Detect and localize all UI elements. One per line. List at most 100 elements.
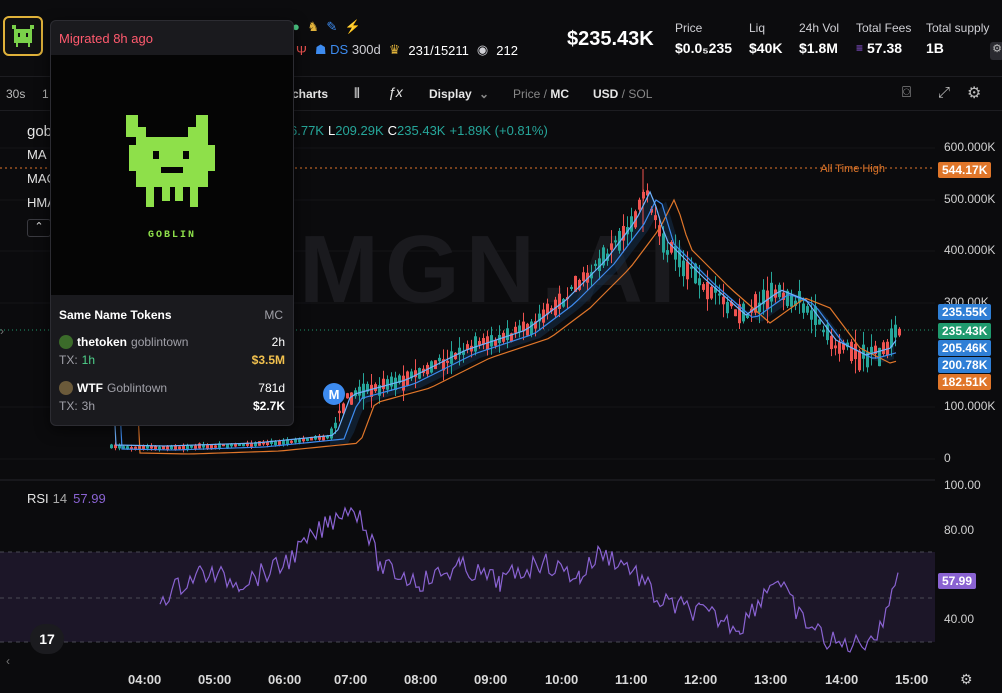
ohlc-legend: 6.77K L 209.29K C 235.43K +1.89K (+0.81%): [290, 123, 548, 138]
charts-button[interactable]: charts: [292, 87, 328, 101]
timeframe-1[interactable]: 1: [42, 87, 49, 101]
ohlc-high: 6.77K: [290, 123, 324, 138]
volume-label: 24h Vol: [799, 21, 840, 35]
candle-body: [474, 336, 477, 352]
token-avatar-icon: [59, 381, 73, 395]
candle-body: [870, 346, 873, 353]
candle-body: [170, 446, 173, 450]
candle-body: [242, 443, 245, 447]
price-tag: 205.46K: [938, 340, 992, 356]
age-value: 300d: [351, 42, 381, 57]
candle-body: [334, 422, 337, 429]
candle-type-icon[interactable]: ⫴: [354, 85, 360, 102]
bolt-icon[interactable]: ⚡: [345, 19, 361, 35]
price-axis-tick: 0: [944, 451, 951, 465]
candle-body: [290, 440, 293, 443]
rsi-value: 57.99: [73, 491, 106, 506]
candle-body: [330, 428, 333, 439]
ds-badge[interactable]: ☗ DS 300d: [315, 42, 381, 58]
candle-body: [790, 295, 793, 307]
ds-label: DS: [330, 42, 349, 57]
chart-settings-icon[interactable]: ⚙: [967, 83, 981, 103]
candle-body: [838, 342, 841, 354]
display-label: Display: [429, 87, 472, 101]
fees-value: 57.38: [867, 40, 903, 56]
ath-label: All Time High: [820, 163, 885, 175]
fees-stat: Total Fees ≡ 57.38: [856, 21, 911, 56]
ath-price-tag: 544.17K: [938, 162, 992, 178]
candle-body: [862, 344, 865, 359]
candle-body: [582, 272, 585, 281]
candle-body: [198, 443, 201, 449]
settings-icon[interactable]: ⚙: [990, 42, 1002, 60]
ohlc-close: 235.43K: [397, 123, 446, 138]
fullscreen-icon[interactable]: ⤢: [938, 84, 950, 101]
people-icon[interactable]: ♞: [307, 19, 319, 35]
same-name-token-row[interactable]: WTF Goblintown 781d TX: 3h $2.7K: [59, 381, 285, 413]
candle-body: [854, 344, 857, 360]
volume-value: $1.8M: [799, 40, 838, 56]
candle-body: [722, 296, 725, 305]
candle-body: [686, 261, 689, 280]
rsi-legend: RSI 14 57.99: [27, 491, 106, 506]
mc-column-label: MC: [264, 308, 283, 322]
goblin-icon: [12, 25, 34, 47]
tx-label: TX:: [59, 399, 78, 413]
candle-body: [446, 360, 449, 363]
candle-body: [162, 446, 165, 450]
price-axis-tick: 400.000K: [944, 243, 996, 257]
tx-label: TX:: [59, 353, 78, 367]
rsi-axis-tick: 100.00: [944, 478, 981, 492]
price-tag: 200.78K: [938, 357, 992, 373]
candle-body: [834, 345, 837, 349]
indicator-ma[interactable]: MA: [27, 147, 47, 162]
candle-body: [338, 410, 341, 414]
candle-body: [438, 357, 441, 362]
rsi-price-tag: 57.99: [938, 573, 977, 589]
camera-icon[interactable]: ⌼: [902, 84, 911, 101]
holders-value: 231/15211: [408, 42, 469, 58]
time-axis-tick: 13:00: [754, 672, 788, 687]
collapse-legend-button[interactable]: ⌃: [27, 219, 51, 237]
indicators-icon[interactable]: ƒx: [388, 84, 403, 100]
candle-body: [110, 444, 113, 449]
tradingview-logo[interactable]: 17: [30, 624, 64, 654]
migration-marker-label: M: [329, 387, 340, 402]
candle-body: [558, 293, 561, 309]
tx-value: 1h: [81, 353, 96, 367]
candle-body: [806, 306, 809, 313]
candle-body: [402, 375, 405, 391]
candle-body: [894, 324, 897, 338]
same-name-token-row[interactable]: thetoken goblintown 2h TX: 1h $3.5M: [59, 335, 285, 367]
scroll-left-icon[interactable]: ‹: [6, 654, 10, 668]
edit-icon[interactable]: ✎: [326, 19, 337, 35]
axis-settings-icon[interactable]: ⚙: [960, 671, 973, 688]
token-popup: Migrated 8h ago GOBLIN Same Name Tokens …: [50, 20, 294, 426]
candle-body: [802, 303, 805, 313]
timeframe-30s[interactable]: 30s: [6, 87, 25, 101]
low-key: L: [327, 123, 336, 138]
tx-value: 3h: [81, 399, 96, 413]
candle-body: [382, 378, 385, 389]
candle-body: [702, 284, 705, 290]
price-tag: 182.51K: [938, 374, 992, 390]
time-axis-tick: 14:00: [825, 672, 859, 687]
time-axis-tick: 12:00: [684, 672, 718, 687]
token-name: thetoken: [77, 335, 128, 349]
supply-stat: Total supply 1B: [926, 21, 989, 56]
side-toggle-icon[interactable]: ›: [0, 324, 4, 338]
currency-toggle[interactable]: USD / SOL: [593, 87, 652, 101]
token-age: 2h: [271, 335, 285, 349]
display-dropdown[interactable]: Display ⌄: [429, 87, 489, 101]
candle-body: [570, 286, 573, 290]
rsi-label: RSI: [27, 491, 49, 506]
price-tag: 235.43K: [938, 323, 992, 339]
supply-label: Total supply: [926, 21, 990, 35]
token-avatar[interactable]: [3, 16, 43, 56]
volume-stat: 24h Vol $1.8M: [799, 21, 839, 56]
price-mc-toggle[interactable]: Price / MC: [513, 87, 569, 101]
candle-body: [514, 326, 517, 333]
rsi-period: 14: [52, 491, 68, 506]
token-handle: goblintown: [131, 335, 189, 349]
candle-body: [814, 306, 817, 326]
